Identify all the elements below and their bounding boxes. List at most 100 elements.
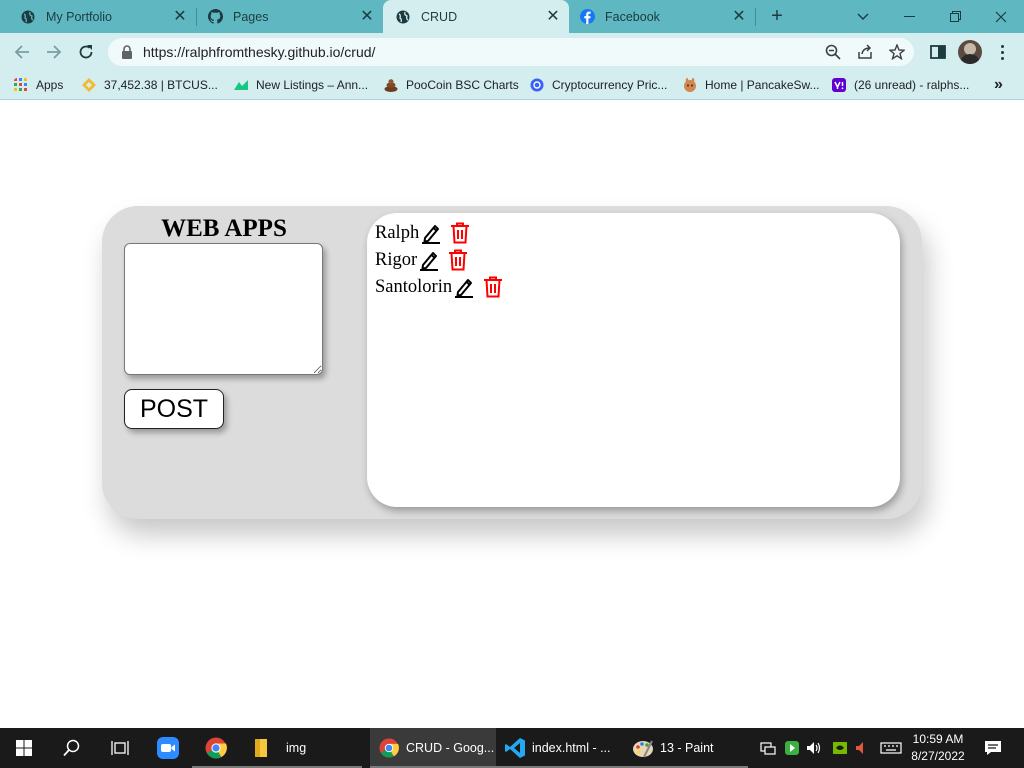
- nvidia-icon[interactable]: [832, 740, 848, 756]
- browser-toolbar: https://ralphfromthesky.github.io/crud/: [0, 33, 1024, 70]
- taskbar-zoom[interactable]: [144, 728, 192, 768]
- zoom-icon[interactable]: [825, 44, 841, 60]
- post-textarea[interactable]: [124, 243, 323, 375]
- app-tray-icon[interactable]: [784, 740, 800, 756]
- binance-icon: [82, 78, 96, 92]
- bookmark-label: 37,452.38 | BTCUS...: [104, 78, 218, 92]
- share-icon[interactable]: [857, 44, 873, 60]
- coinmarketcap-icon: [234, 80, 248, 90]
- bookmark-label: Cryptocurrency Pric...: [552, 78, 668, 92]
- tab-title: CRUD: [421, 9, 458, 24]
- close-icon[interactable]: ✕: [172, 8, 188, 25]
- minimize-button[interactable]: [886, 0, 932, 33]
- yahoo-icon: [832, 78, 846, 92]
- tab-title: Facebook: [605, 9, 660, 24]
- keyboard-icon[interactable]: [880, 740, 902, 756]
- close-icon[interactable]: ✕: [545, 8, 561, 25]
- folder-icon: [250, 737, 272, 759]
- coingecko-icon: [530, 78, 544, 92]
- taskbar-paint[interactable]: 13 - Paint: [622, 728, 748, 768]
- close-window-button[interactable]: [978, 0, 1024, 33]
- pancakeswap-icon: [684, 78, 696, 92]
- tab-search-icon[interactable]: [840, 0, 886, 33]
- paint-icon: [632, 737, 654, 759]
- notification-icon[interactable]: [984, 739, 1002, 757]
- post-item: Rigor: [375, 248, 468, 272]
- tab-pages[interactable]: Pages ✕: [187, 0, 383, 33]
- tab-divider: [755, 8, 756, 26]
- taskbar-label: 13 - Paint: [660, 741, 714, 755]
- close-icon[interactable]: ✕: [359, 8, 375, 25]
- system-clock[interactable]: 10:59 AM 8/27/2022: [905, 731, 971, 765]
- search-icon: [63, 739, 80, 757]
- bookmark-apps[interactable]: Apps: [14, 76, 63, 94]
- tab-strip: My Portfolio ✕ Pages ✕ CRUD ✕ Facebook ✕…: [0, 0, 1024, 33]
- chrome-icon: [378, 737, 400, 759]
- trash-icon[interactable]: [483, 276, 503, 298]
- windows-taskbar: img CRUD - Goog... index.html - ... 13 -…: [0, 728, 1024, 768]
- windows-logo-icon: [16, 740, 32, 756]
- bookmark-cryptocurrency[interactable]: Cryptocurrency Pric...: [530, 76, 667, 94]
- posts-panel: Ralph Rigor Santolorin: [367, 213, 900, 507]
- poocoin-icon: [384, 79, 398, 92]
- menu-icon[interactable]: [992, 42, 1012, 62]
- forward-button[interactable]: [41, 39, 67, 65]
- tab-crud[interactable]: CRUD ✕: [383, 0, 569, 33]
- reload-button[interactable]: [73, 39, 99, 65]
- app-title: WEB APPS: [161, 215, 287, 242]
- search-button[interactable]: [48, 728, 96, 768]
- profile-avatar[interactable]: [958, 40, 982, 64]
- taskbar-label: CRUD - Goog...: [406, 741, 495, 755]
- taskbar-img-folder[interactable]: img: [240, 728, 362, 768]
- network-icon[interactable]: [760, 740, 776, 756]
- zoom-app-icon: [157, 737, 179, 759]
- close-icon[interactable]: ✕: [731, 8, 747, 25]
- back-button[interactable]: [9, 39, 35, 65]
- facebook-icon: [579, 9, 595, 25]
- edit-icon[interactable]: [422, 222, 441, 244]
- globe-icon: [395, 9, 411, 25]
- volume-icon[interactable]: [806, 740, 822, 756]
- more-bookmarks-button[interactable]: »: [994, 76, 1003, 94]
- bookmark-poocoin[interactable]: PooCoin BSC Charts: [384, 76, 519, 94]
- tab-title: My Portfolio: [46, 9, 112, 24]
- chrome-icon: [205, 737, 227, 759]
- tab-my-portfolio[interactable]: My Portfolio ✕: [0, 0, 196, 33]
- taskbar-chrome[interactable]: [192, 728, 240, 768]
- new-tab-button[interactable]: +: [766, 6, 788, 28]
- side-panel-icon[interactable]: [928, 42, 948, 62]
- bookmark-new-listings[interactable]: New Listings – Ann...: [234, 76, 368, 94]
- taskbar-chrome-crud[interactable]: CRUD - Goog...: [370, 728, 496, 768]
- clock-time: 10:59 AM: [912, 732, 964, 746]
- bookmark-pancakeswap[interactable]: Home | PancakeSw...: [683, 76, 820, 94]
- post-button[interactable]: POST: [124, 389, 224, 429]
- taskbar-label: index.html - ...: [532, 741, 611, 755]
- task-view-button[interactable]: [96, 728, 144, 768]
- taskbar-vscode[interactable]: index.html - ...: [496, 728, 622, 768]
- start-button[interactable]: [0, 728, 48, 768]
- bookmark-yahoo-mail[interactable]: (26 unread) - ralphs...: [832, 76, 969, 94]
- restore-button[interactable]: [932, 0, 978, 33]
- task-view-icon: [111, 741, 129, 755]
- bookmark-star-icon[interactable]: [889, 44, 905, 60]
- tab-title: Pages: [233, 9, 269, 24]
- vscode-icon: [504, 737, 526, 759]
- page-content: WEB APPS POST Ralph Rigor Santolorin: [0, 101, 1024, 728]
- url-text: https://ralphfromthesky.github.io/crud/: [143, 44, 376, 60]
- bookmarks-bar: Apps 37,452.38 | BTCUS... New Listings –…: [0, 70, 1024, 100]
- apps-grid-icon: [14, 78, 27, 91]
- speaker-muted-icon[interactable]: [854, 740, 870, 756]
- trash-icon[interactable]: [450, 222, 470, 244]
- clock-date: 8/27/2022: [911, 749, 965, 763]
- address-bar[interactable]: https://ralphfromthesky.github.io/crud/: [108, 38, 914, 66]
- bookmark-btcusd[interactable]: 37,452.38 | BTCUS...: [82, 76, 218, 94]
- trash-icon[interactable]: [448, 249, 468, 271]
- edit-icon[interactable]: [455, 276, 474, 298]
- crud-app-container: WEB APPS POST Ralph Rigor Santolorin: [102, 206, 922, 519]
- bookmark-label: Home | PancakeSw...: [705, 78, 820, 92]
- tab-facebook[interactable]: Facebook ✕: [569, 0, 755, 33]
- post-text: Ralph: [375, 222, 420, 243]
- edit-icon[interactable]: [420, 249, 439, 271]
- taskbar-label: img: [286, 741, 307, 755]
- post-item: Santolorin: [375, 275, 503, 299]
